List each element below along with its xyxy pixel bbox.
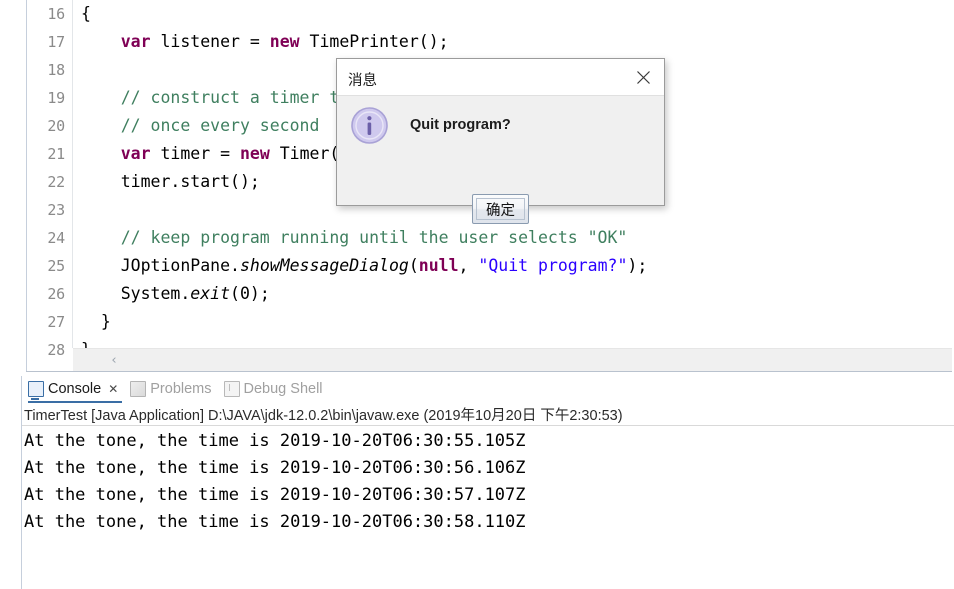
code-line: JOptionPane.showMessageDialog(null, "Qui… — [81, 252, 648, 280]
code-token-keyword: new — [269, 32, 300, 51]
code-token-null: null — [418, 256, 459, 275]
info-icon — [350, 106, 389, 145]
console-view: Console ✕ Problems Debug Shell TimerTest [J… — [0, 376, 954, 589]
code-token-plain: System. — [81, 284, 191, 303]
code-token-plain: JOptionPane. — [81, 256, 240, 275]
scroll-left-icon[interactable]: ‹ — [105, 350, 123, 371]
code-token-plain: timer.start(); — [81, 172, 260, 191]
line-number: 23 — [47, 201, 65, 219]
close-icon[interactable] — [630, 65, 656, 89]
tab-close-icon[interactable]: ✕ — [108, 383, 118, 395]
line-number: 16 — [47, 5, 65, 23]
console-tab-bar: Console ✕ Problems Debug Shell — [22, 376, 954, 403]
line-number: 25 — [47, 257, 65, 275]
code-token-plain: (0); — [230, 284, 270, 303]
line-number: 26 — [47, 285, 65, 303]
tab-label: Console — [48, 381, 102, 397]
problems-icon — [130, 381, 147, 397]
code-token-plain: } — [81, 312, 111, 331]
code-token-plain: ( — [408, 256, 419, 275]
console-output[interactable]: At the tone, the time is 2019-10-20T06:3… — [24, 428, 954, 589]
line-number: 24 — [47, 229, 65, 247]
dialog-content: Quit program? 确定 — [337, 97, 664, 224]
line-number: 21 — [47, 145, 65, 163]
code-token-plain: , — [458, 256, 479, 275]
line-number-gutter: 16 17 18 19 20 21 22 23 24 25 26 27 28 — [27, 0, 73, 359]
code-line: timer.start(); — [81, 168, 260, 196]
code-line: // once every second — [81, 112, 320, 140]
tab-debug-shell[interactable]: Debug Shell — [223, 377, 323, 401]
code-line: var listener = new TimePrinter(); — [81, 28, 449, 56]
code-token-string: "Quit program?" — [478, 256, 628, 275]
active-tab-underline — [28, 401, 123, 403]
code-token-keyword: new — [239, 144, 270, 163]
dialog-title-bar[interactable]: 消息 — [337, 59, 664, 96]
console-output-line: At the tone, the time is 2019-10-20T06:3… — [24, 431, 526, 451]
line-number: 22 — [47, 173, 65, 191]
tab-label: Debug Shell — [243, 381, 323, 397]
editor-bottom-divider — [26, 371, 954, 372]
dialog-title: 消息 — [348, 73, 377, 89]
eclipse-ide-window: 16 17 18 19 20 21 22 23 24 25 26 27 28 { var listene… — [0, 0, 954, 589]
ok-button[interactable]: 确定 — [472, 194, 529, 224]
dialog-message: Quit program? — [410, 117, 511, 133]
line-number: 19 — [47, 89, 65, 107]
code-token-plain: timer = — [150, 144, 240, 163]
console-divider — [22, 425, 954, 426]
code-token-plain: TimePrinter(); — [299, 32, 449, 51]
tab-label: Problems — [150, 381, 212, 397]
code-token-method: showMessageDialog — [239, 256, 409, 275]
line-number: 28 — [47, 341, 65, 359]
line-number: 20 — [47, 117, 65, 135]
console-icon — [28, 381, 44, 400]
tab-console[interactable]: Console ✕ — [28, 377, 118, 401]
code-token-comment: // keep program running until the user s… — [81, 228, 628, 247]
code-line: // keep program running until the user s… — [81, 224, 628, 252]
code-token-keyword: var — [120, 32, 151, 51]
launch-configuration-label: TimerTest [Java Application] D:\JAVA\jdk… — [24, 408, 623, 424]
console-body: Console ✕ Problems Debug Shell TimerTest [J… — [22, 376, 954, 589]
code-line: System.exit(0); — [81, 280, 270, 308]
debug-shell-icon — [223, 381, 240, 397]
ok-button-label: 确定 — [476, 198, 525, 220]
console-output-line: At the tone, the time is 2019-10-20T06:3… — [24, 485, 526, 505]
console-output-line: At the tone, the time is 2019-10-20T06:3… — [24, 512, 526, 532]
code-token-plain: { — [81, 4, 91, 23]
line-number: 17 — [47, 33, 65, 51]
code-token-keyword: var — [120, 144, 151, 163]
editor-left-margin — [0, 0, 27, 372]
code-token-method: exit — [190, 284, 231, 303]
console-left-margin — [0, 376, 22, 589]
code-line: } — [81, 308, 111, 336]
code-line: { — [81, 0, 91, 28]
editor-horizontal-scrollbar[interactable]: ‹ — [73, 348, 954, 372]
code-token-comment: // once every second — [81, 116, 320, 135]
console-output-line: At the tone, the time is 2019-10-20T06:3… — [24, 458, 526, 478]
code-token-plain: listener = — [150, 32, 270, 51]
tab-problems[interactable]: Problems — [130, 377, 212, 401]
message-dialog: 消息 Quit program? 确定 — [336, 58, 665, 224]
line-number: 27 — [47, 313, 65, 331]
code-token-plain: ); — [627, 256, 648, 275]
line-number: 18 — [47, 61, 65, 79]
